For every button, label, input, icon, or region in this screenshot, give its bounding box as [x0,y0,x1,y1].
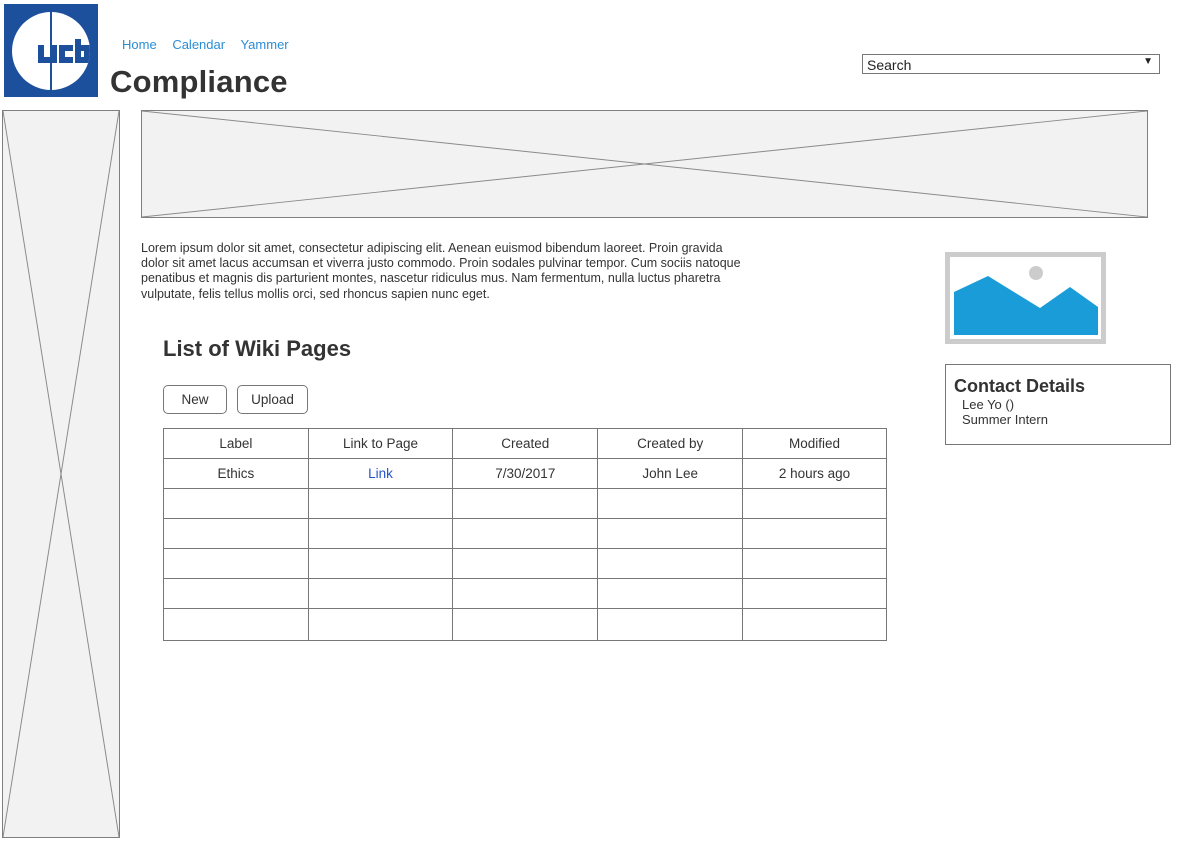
upload-button[interactable]: Upload [237,385,308,414]
table-row [163,488,887,519]
column-header-modified[interactable]: Modified [742,428,887,459]
empty-cell [307,578,454,609]
dropdown-arrow-icon[interactable]: ▼ [1143,56,1153,67]
empty-cell [452,548,599,579]
empty-cell [452,518,599,549]
intro-paragraph: Lorem ipsum dolor sit amet, consectetur … [141,241,741,301]
ucb-logo[interactable] [4,4,98,97]
empty-cell [597,608,744,641]
empty-cell [597,578,744,609]
empty-cell [597,488,744,519]
left-nav-placeholder [2,110,120,838]
contact-heading: Contact Details [954,376,1086,396]
search-value: Search [867,57,912,73]
empty-cell [597,548,744,579]
logo-circle [12,12,90,90]
empty-cell [452,488,599,519]
banner-placeholder [141,110,1148,218]
contact-details-box: Contact Details Lee Yo () Summer Intern [945,364,1171,445]
table-row [163,518,887,549]
image-placeholder [945,252,1106,344]
nav-yammer-link[interactable]: Yammer [240,37,288,52]
empty-cell [163,488,309,519]
search-dropdown[interactable]: Search ▼ [862,54,1160,74]
empty-cell [742,548,887,579]
cell-created-by: John Lee [597,458,744,489]
nav-home-link[interactable]: Home [122,37,157,52]
empty-cell [307,608,454,641]
empty-cell [452,608,599,641]
table-row [163,548,887,579]
logo-mark-icon [38,12,90,90]
empty-cell [742,518,887,549]
empty-cell [597,518,744,549]
page-title: Compliance [110,64,288,99]
empty-cell [742,608,887,641]
empty-cell [163,548,309,579]
contact-name: Lee Yo () [962,397,1015,412]
empty-cell [163,518,309,549]
empty-cell [452,578,599,609]
empty-cell [307,548,454,579]
placeholder-cross-icon [3,111,119,837]
empty-cell [307,488,454,519]
wiki-list-heading: List of Wiki Pages [163,336,352,361]
table-header-row: Label Link to Page Created Created by Mo… [163,428,887,459]
cell-created: 7/30/2017 [452,458,599,489]
contact-role: Summer Intern [962,412,1048,427]
page-link[interactable]: Link [368,466,393,481]
column-header-created-by[interactable]: Created by [597,428,744,459]
table-row [163,608,887,641]
table-row[interactable]: Ethics Link 7/30/2017 John Lee 2 hours a… [163,458,887,489]
column-header-link[interactable]: Link to Page [307,428,454,459]
table-row [163,578,887,609]
empty-cell [307,518,454,549]
empty-cell [742,578,887,609]
column-header-created[interactable]: Created [452,428,599,459]
empty-cell [742,488,887,519]
cell-link: Link [307,458,454,489]
cell-label: Ethics [163,458,309,489]
column-header-label[interactable]: Label [163,428,309,459]
empty-cell [163,578,309,609]
cell-modified: 2 hours ago [742,458,887,489]
new-button[interactable]: New [163,385,227,414]
top-nav: Home Calendar Yammer [122,37,301,55]
landscape-image-icon [954,266,1098,335]
wiki-pages-table: Label Link to Page Created Created by Mo… [163,428,887,641]
nav-calendar-link[interactable]: Calendar [172,37,225,52]
placeholder-cross-icon [142,111,1147,217]
empty-cell [163,608,309,641]
